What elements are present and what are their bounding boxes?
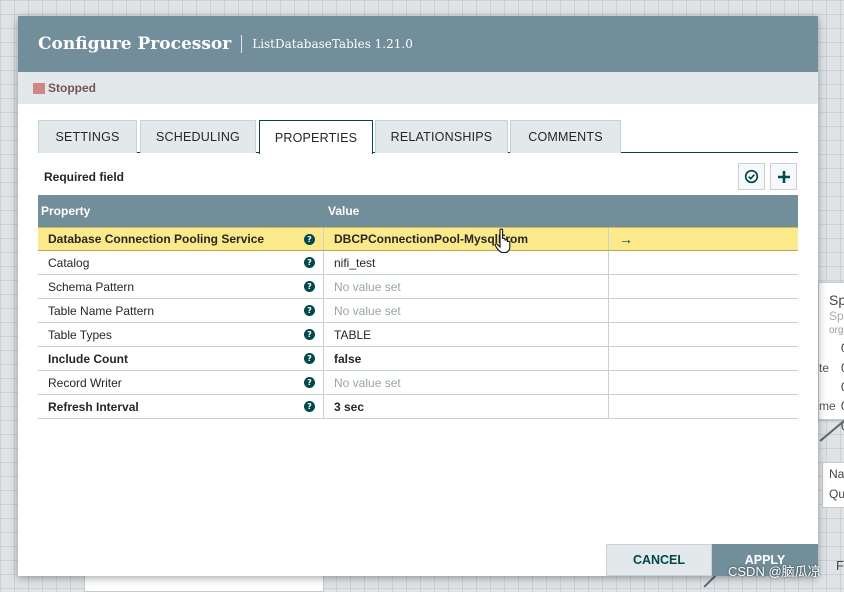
actions-cell: →	[609, 228, 798, 250]
property-name-cell[interactable]: Refresh Interval?	[38, 395, 324, 418]
help-icon[interactable]: ?	[304, 257, 315, 268]
bg-node-label-te: te	[819, 361, 830, 375]
tab-comments[interactable]: COMMENTS	[510, 120, 621, 153]
actions-cell	[609, 347, 798, 370]
property-name-cell[interactable]: Table Types?	[38, 323, 324, 346]
property-value: No value set	[334, 279, 401, 294]
bg-processor-node[interactable]: Sp Sp org te me 0 0 0 0 0	[818, 282, 844, 433]
verify-properties-button[interactable]	[738, 163, 765, 190]
tab-relationships[interactable]: RELATIONSHIPS	[375, 120, 508, 153]
actions-cell	[609, 395, 798, 418]
actions-cell	[609, 371, 798, 394]
property-name-cell[interactable]: Table Name Pattern?	[38, 299, 324, 322]
help-icon[interactable]: ?	[304, 281, 315, 292]
tab-bar: SETTINGS SCHEDULING PROPERTIES RELATIONS…	[38, 120, 798, 154]
property-name-cell[interactable]: Record Writer?	[38, 371, 324, 394]
stopped-icon	[33, 82, 45, 94]
bg-queue-box[interactable]: Na Qu	[822, 462, 844, 508]
watermark-text: CSDN @脑瓜凉	[728, 564, 821, 579]
column-header-property[interactable]: Property	[38, 204, 324, 218]
property-name-cell[interactable]: Schema Pattern?	[38, 275, 324, 298]
property-value: false	[334, 351, 362, 366]
dialog-subtitle: ListDatabaseTables 1.21.0	[252, 37, 413, 51]
property-name: Catalog	[48, 255, 90, 270]
property-value-cell[interactable]: DBCPConnectionPool-MysqlFrom	[324, 228, 609, 250]
table-row[interactable]: Table Types? TABLE	[38, 323, 798, 347]
bg-fragment-text: F	[836, 558, 844, 573]
help-icon[interactable]: ?	[304, 353, 315, 364]
properties-table: Property Value Database Connection Pooli…	[38, 195, 798, 419]
property-value: TABLE	[334, 327, 372, 342]
actions-cell	[609, 275, 798, 298]
property-name: Refresh Interval	[48, 399, 139, 414]
property-name: Schema Pattern	[48, 279, 135, 294]
tab-scheduling[interactable]: SCHEDULING	[140, 120, 256, 153]
cancel-button[interactable]: CANCEL	[606, 544, 712, 576]
property-value-cell[interactable]: false	[324, 347, 609, 370]
table-row[interactable]: Refresh Interval? 3 sec	[38, 395, 798, 419]
status-bar: Stopped	[18, 72, 818, 104]
help-icon[interactable]: ?	[304, 233, 315, 245]
help-icon[interactable]: ?	[304, 377, 315, 388]
header-divider	[241, 35, 243, 53]
property-name: Include Count	[48, 351, 128, 366]
actions-cell	[609, 323, 798, 346]
table-body: Database Connection Pooling Service? DBCP…	[38, 227, 798, 419]
help-icon[interactable]: ?	[304, 401, 315, 412]
property-value-cell[interactable]: nifi_test	[324, 251, 609, 274]
property-value-cell[interactable]: No value set	[324, 371, 609, 394]
property-name-cell[interactable]: Database Connection Pooling Service?	[38, 228, 324, 250]
help-icon[interactable]: ?	[304, 305, 315, 316]
property-value: No value set	[334, 375, 401, 390]
table-row[interactable]: Catalog? nifi_test	[38, 251, 798, 275]
hand-cursor-icon	[494, 228, 511, 254]
dialog-header: Configure Processor ListDatabaseTables 1…	[18, 16, 818, 72]
property-value: 3 sec	[334, 399, 365, 414]
table-row[interactable]: Database Connection Pooling Service? DBCP…	[38, 227, 798, 251]
property-name: Database Connection Pooling Service	[48, 232, 265, 246]
add-property-button[interactable]	[770, 163, 797, 190]
property-name: Table Types	[48, 327, 112, 342]
property-name: Table Name Pattern	[48, 303, 155, 318]
bg-node-title: Sp	[829, 292, 844, 308]
bg-node-subtitle: Sp	[829, 309, 844, 323]
dialog-title: Configure Processor	[38, 34, 232, 54]
status-text: Stopped	[48, 81, 96, 95]
table-row[interactable]: Schema Pattern? No value set	[38, 275, 798, 299]
column-header-value[interactable]: Value	[324, 204, 359, 218]
table-row[interactable]: Include Count? false	[38, 347, 798, 371]
bg-node-label-me: me	[819, 399, 836, 413]
check-circle-icon	[744, 169, 759, 184]
required-field-label: Required field	[44, 170, 125, 184]
table-header: Property Value	[38, 195, 798, 227]
property-value: nifi_test	[334, 255, 376, 270]
plus-icon	[777, 170, 790, 183]
property-value-cell[interactable]: 3 sec	[324, 395, 609, 418]
go-to-service-icon[interactable]: →	[619, 231, 633, 247]
property-name-cell[interactable]: Catalog?	[38, 251, 324, 274]
table-row[interactable]: Record Writer? No value set	[38, 371, 798, 395]
property-value-cell[interactable]: TABLE	[324, 323, 609, 346]
property-value-cell[interactable]: No value set	[324, 275, 609, 298]
configure-processor-dialog: Configure Processor ListDatabaseTables 1…	[18, 16, 818, 576]
help-icon[interactable]: ?	[304, 329, 315, 340]
tab-settings[interactable]: SETTINGS	[38, 120, 137, 153]
property-value-cell[interactable]: No value set	[324, 299, 609, 322]
actions-cell	[609, 299, 798, 322]
bg-queue-label: Qu	[829, 487, 844, 501]
bg-queue-label: Na	[829, 467, 844, 481]
property-name: Record Writer	[48, 375, 122, 390]
property-name-cell[interactable]: Include Count?	[38, 347, 324, 370]
actions-cell	[609, 251, 798, 274]
bg-node-org: org	[829, 325, 844, 336]
table-row[interactable]: Table Name Pattern? No value set	[38, 299, 798, 323]
property-value: No value set	[334, 303, 401, 318]
tab-properties[interactable]: PROPERTIES	[259, 120, 373, 154]
